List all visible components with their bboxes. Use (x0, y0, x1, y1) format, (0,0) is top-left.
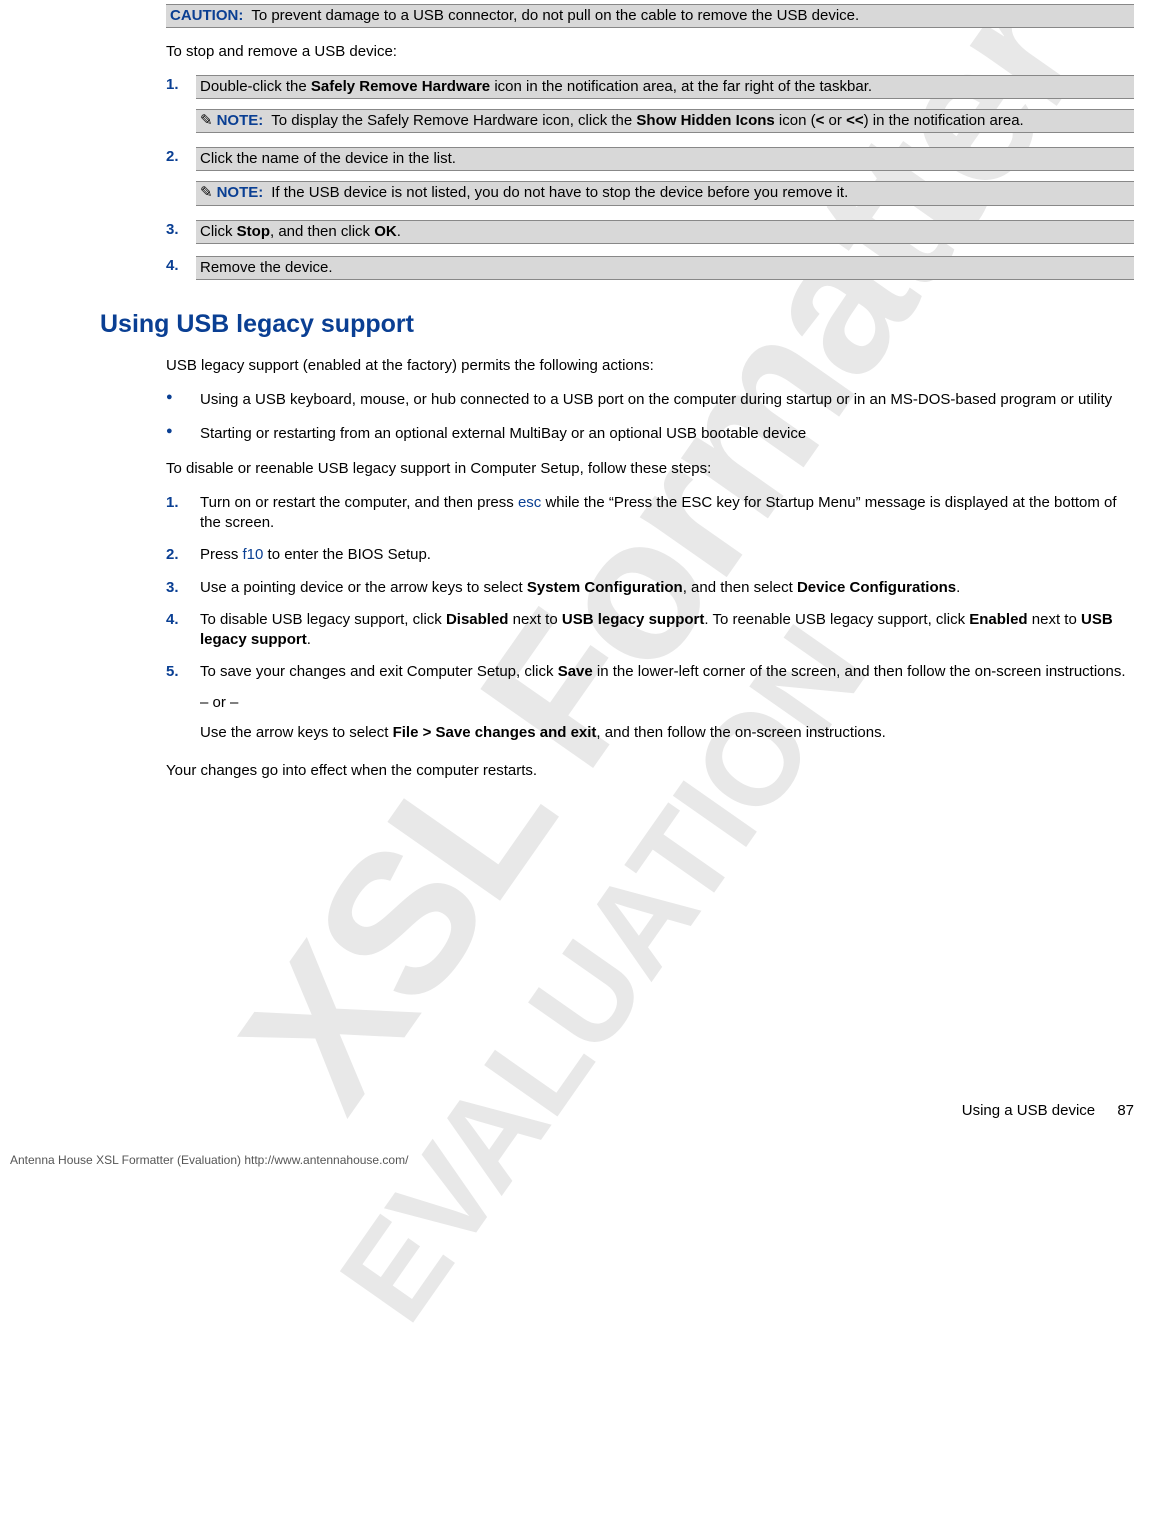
footer-right: Using a USB device 87 (0, 1101, 1134, 1121)
bullet-1: Using a USB keyboard, mouse, or hub conn… (166, 390, 1134, 410)
setup-step-3: Use a pointing device or the arrow keys … (166, 578, 1134, 598)
step-3: Click Stop, and then click OK. (166, 220, 1134, 244)
disable-intro: To disable or reenable USB legacy suppor… (166, 459, 1134, 479)
setup-steps-list: Turn on or restart the computer, and the… (166, 493, 1134, 743)
setup-step-2: Press f10 to enter the BIOS Setup. (166, 545, 1134, 565)
footer-generator: Antenna House XSL Formatter (Evaluation)… (10, 1152, 1164, 1168)
caution-text: To prevent damage to a USB connector, do… (251, 7, 859, 24)
note-label: NOTE: (217, 184, 264, 201)
page-content: CAUTION: To prevent damage to a USB conne… (0, 4, 1164, 781)
note-icon: ✎ (200, 111, 213, 131)
caution-box: CAUTION: To prevent damage to a USB conne… (166, 4, 1134, 28)
remove-steps-list: Double-click the Safely Remove Hardware … (166, 75, 1134, 281)
bullet-2: Starting or restarting from an optional … (166, 424, 1134, 444)
or-separator: – or – (200, 693, 1134, 713)
page-number: 87 (1117, 1102, 1134, 1119)
footer-section-title: Using a USB device (962, 1102, 1095, 1119)
step-4: Remove the device. (166, 256, 1134, 280)
step-2: Click the name of the device in the list… (166, 147, 1134, 206)
step-1: Double-click the Safely Remove Hardware … (166, 75, 1134, 134)
legacy-intro: USB legacy support (enabled at the facto… (166, 356, 1134, 376)
setup-step-4: To disable USB legacy support, click Dis… (166, 610, 1134, 651)
note-icon: ✎ (200, 183, 213, 203)
note-label: NOTE: (217, 112, 264, 129)
setup-step-5: To save your changes and exit Computer S… (166, 662, 1134, 743)
caution-label: CAUTION: (170, 7, 243, 24)
closing-text: Your changes go into effect when the com… (166, 761, 1134, 781)
stop-intro: To stop and remove a USB device: (166, 42, 1134, 62)
setup-step-1: Turn on or restart the computer, and the… (166, 493, 1134, 534)
legacy-bullets: Using a USB keyboard, mouse, or hub conn… (166, 390, 1134, 445)
section-heading: Using USB legacy support (100, 308, 1134, 342)
